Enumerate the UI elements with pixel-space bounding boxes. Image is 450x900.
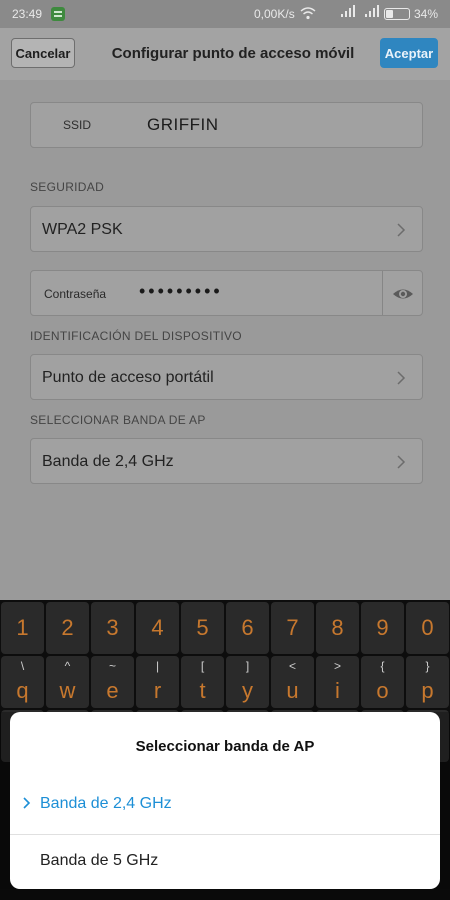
key-label: 3 (106, 615, 119, 640)
status-time: 23:49 (12, 7, 43, 21)
eye-icon[interactable] (392, 284, 414, 304)
field-divider (382, 271, 383, 315)
key-secondary-label: \ (20, 659, 25, 673)
key-1[interactable]: 1 (1, 602, 44, 654)
band-option-label: Banda de 5 GHz (40, 852, 159, 869)
key-label: 1 (16, 615, 29, 640)
device-id-value: Punto de acceso portátil (42, 369, 214, 386)
key-label: r (153, 678, 162, 703)
key-label: p (421, 678, 434, 703)
key-label: 5 (196, 615, 209, 640)
key-label: t (199, 678, 206, 703)
key-secondary-label: { (380, 659, 385, 673)
key-t[interactable]: [t (181, 656, 224, 708)
key-label: 0 (421, 615, 434, 640)
key-secondary-label: > (333, 659, 341, 673)
key-8[interactable]: 8 (316, 602, 359, 654)
key-2[interactable]: 2 (46, 602, 89, 654)
key-secondary-label: < (288, 659, 296, 673)
key-secondary-label: } (425, 659, 430, 673)
key-label: 8 (331, 615, 344, 640)
signal-icon (340, 4, 356, 21)
key-6[interactable]: 6 (226, 602, 269, 654)
band-select[interactable]: Banda de 2,4 GHz (30, 438, 423, 484)
page-title: Configurar punto de acceso móvil (111, 45, 355, 62)
key-y[interactable]: ] y (226, 656, 269, 708)
key-label: 6 (241, 615, 254, 640)
selected-chevron-icon (23, 797, 31, 809)
ssid-input[interactable]: GRIFFIN (147, 115, 219, 135)
key-label: w (59, 678, 76, 703)
signal-icon-2 (364, 4, 380, 21)
key-4[interactable]: 4 (136, 602, 179, 654)
band-value: Banda de 2,4 GHz (42, 453, 174, 470)
key-0[interactable]: 0 (406, 602, 449, 654)
key-label: 2 (61, 615, 74, 640)
battery-fill (386, 10, 393, 18)
header: Cancelar Configurar punto de acceso móvi… (0, 28, 450, 80)
key-label: 4 (151, 615, 164, 640)
key-label: 7 (286, 615, 299, 640)
device-id-select[interactable]: Punto de acceso portátil (30, 354, 423, 400)
key-secondary-label: [ (200, 659, 205, 673)
key-5[interactable]: 5 (181, 602, 224, 654)
key-label: e (106, 678, 119, 703)
status-bar: 23:49 0,00K/s 34% (0, 0, 450, 28)
key-secondary-label: ~ (108, 659, 116, 673)
ssid-field[interactable]: SSID GRIFFIN (30, 102, 423, 148)
key-secondary-label: ^ (64, 659, 71, 673)
key-u[interactable]: < u (271, 656, 314, 708)
network-speed: 0,00K/s (254, 7, 295, 21)
key-label: o (376, 678, 389, 703)
ssid-label: SSID (63, 118, 92, 132)
band-selection-dialog: Seleccionar banda de AP Banda de 2,4 GHz… (10, 712, 440, 889)
band-option-label: Banda de 2,4 GHz (40, 795, 172, 812)
key-7[interactable]: 7 (271, 602, 314, 654)
band-option-2-4ghz[interactable]: Banda de 2,4 GHz (10, 778, 440, 834)
accept-button[interactable]: Aceptar (380, 38, 438, 68)
key-p[interactable]: } p (406, 656, 449, 708)
hotspot-settings-form: SSID GRIFFIN SEGURIDAD WPA2 PSK Contrase… (0, 80, 450, 600)
security-select[interactable]: WPA2 PSK (30, 206, 423, 252)
password-field[interactable]: Contraseña ••••••••• (30, 270, 423, 316)
key-label: y (242, 678, 253, 703)
device-id-section-label: IDENTIFICACIÓN DEL DISPOSITIVO (30, 329, 242, 343)
key-w[interactable]: ^ w (46, 656, 89, 708)
key-secondary-label: ] (245, 659, 250, 673)
cancel-button[interactable]: Cancelar (11, 38, 75, 68)
key-label: 9 (376, 615, 389, 640)
key-label: q (16, 678, 29, 703)
dialog-title: Seleccionar banda de AP (135, 738, 315, 755)
band-section-label: SELECCIONAR BANDA DE AP (30, 413, 206, 427)
wifi-icon (300, 6, 316, 23)
password-label: Contraseña (44, 287, 107, 301)
key-secondary-label: | (155, 659, 160, 673)
key-9[interactable]: 9 (361, 602, 404, 654)
key-label: u (286, 678, 299, 703)
key-i[interactable]: > i (316, 656, 359, 708)
key-q[interactable]: \ q (1, 656, 44, 708)
security-section-label: SEGURIDAD (30, 180, 105, 194)
key-3[interactable]: 3 (91, 602, 134, 654)
chevron-right-icon (397, 371, 406, 385)
battery-icon (384, 8, 410, 20)
key-o[interactable]: {o (361, 656, 404, 708)
password-input[interactable]: ••••••••• (139, 281, 223, 302)
key-e[interactable]: ~ e (91, 656, 134, 708)
chevron-right-icon (397, 455, 406, 469)
battery-percent: 34% (414, 7, 439, 21)
key-r[interactable]: | r (136, 656, 179, 708)
band-option-5ghz[interactable]: Banda de 5 GHz (10, 835, 440, 891)
security-value: WPA2 PSK (42, 221, 123, 238)
notification-icon (51, 7, 65, 21)
chevron-right-icon (397, 223, 406, 237)
key-label: i (335, 678, 340, 703)
